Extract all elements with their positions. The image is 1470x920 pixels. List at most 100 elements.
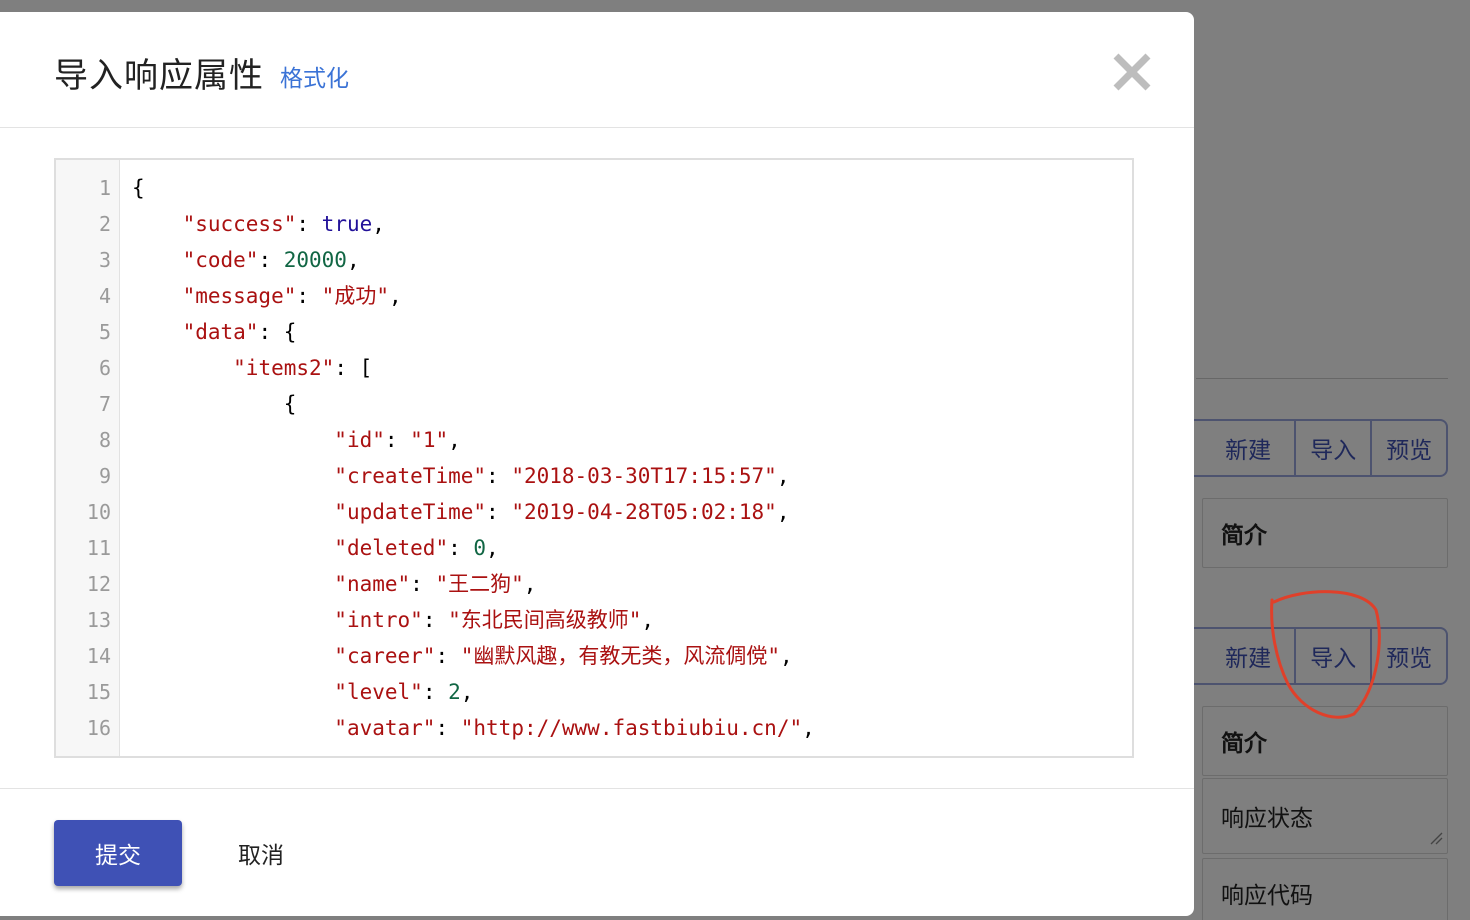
code-line: "id": "1", (132, 422, 460, 458)
code-token: : (435, 644, 461, 668)
code-token: : [ (334, 356, 373, 380)
code-token: "intro" (334, 608, 423, 632)
line-number: 9 (98, 464, 111, 488)
line-number: 6 (98, 356, 111, 380)
code-line: "name": "王二狗", (132, 566, 536, 602)
code-token: "updateTime" (334, 500, 487, 524)
code-token: : (296, 212, 322, 236)
code-token: { (132, 176, 145, 200)
code-line: "intro": "东北民间高级教师", (132, 602, 654, 638)
line-number: 2 (98, 212, 111, 236)
code-token: 20000 (283, 248, 347, 272)
code-token: : (410, 572, 436, 596)
code-token: "deleted" (334, 536, 449, 560)
line-number: 12 (86, 572, 111, 596)
code-token: "2019-04-28T05:02:18" (511, 500, 777, 524)
code-line: "updateTime": "2019-04-28T05:02:18", (132, 494, 789, 530)
code-token: , (346, 248, 360, 272)
code-token: , (460, 680, 474, 704)
import-response-dialog: 导入响应属性 格式化 1 2 3 4 5 6 7 8 9 10 11 12 13 14 15 16 { "su… (0, 12, 1194, 916)
json-code-editor[interactable]: 1 2 3 4 5 6 7 8 9 10 11 12 13 14 15 16 { "success": tru… (54, 158, 1134, 758)
line-number: 5 (98, 320, 111, 344)
code-token: "id" (334, 428, 385, 452)
code-token: "avatar" (334, 716, 436, 740)
code-token: : { (258, 320, 297, 344)
code-token: : (384, 428, 411, 452)
code-token: "success" (182, 212, 297, 236)
code-token: "2018-03-30T17:15:57" (511, 464, 777, 488)
code-token: "items2" (233, 356, 335, 380)
code-token: : (448, 536, 474, 560)
code-token: { (132, 392, 297, 416)
code-token: , (802, 716, 815, 740)
code-token: , (780, 644, 793, 668)
code-token: "message" (182, 284, 297, 308)
line-number: 16 (86, 716, 111, 740)
line-number: 4 (98, 284, 111, 308)
code-token: "name" (334, 572, 411, 596)
line-number: 10 (86, 500, 111, 524)
code-token: : (258, 248, 284, 272)
line-number: 11 (86, 536, 111, 560)
dialog-header: 导入响应属性 格式化 (0, 12, 1194, 128)
code-token: : (435, 716, 461, 740)
close-icon[interactable] (1108, 48, 1156, 96)
submit-button[interactable]: 提交 (54, 820, 182, 886)
code-token: , (776, 464, 790, 488)
code-token: , (388, 284, 402, 308)
line-number: 15 (86, 680, 111, 704)
code-token: "createTime" (334, 464, 487, 488)
line-number: 8 (98, 428, 111, 452)
line-number: 3 (98, 248, 111, 272)
code-line: "message": "成功", (132, 278, 402, 314)
code-line: "career": "幽默风趣，有教无类，风流倜傥", (132, 638, 793, 674)
code-token: : (422, 608, 449, 632)
code-token: true (321, 212, 373, 236)
line-number: 1 (98, 176, 111, 200)
code-token: "level" (334, 680, 423, 704)
cancel-button[interactable]: 取消 (218, 820, 304, 886)
code-token: , (776, 500, 790, 524)
code-token: : (486, 464, 512, 488)
code-token: : (296, 284, 322, 308)
code-token: "http://www.fastbiubiu.cn/" (460, 716, 803, 740)
footer-divider (0, 788, 1194, 789)
code-line: "avatar": "http://www.fastbiubiu.cn/", (132, 710, 815, 746)
line-number-gutter: 1 2 3 4 5 6 7 8 9 10 11 12 13 14 15 16 (56, 160, 120, 756)
code-token: "东北民间高级教师" (448, 608, 642, 632)
format-link[interactable]: 格式化 (280, 59, 349, 93)
code-token: 0 (473, 536, 487, 560)
code-line: "data": { (132, 314, 297, 350)
code-token: : (422, 680, 449, 704)
code-line: "deleted": 0, (132, 530, 499, 566)
code-token: : (486, 500, 512, 524)
line-number: 14 (86, 644, 111, 668)
code-token: , (523, 572, 537, 596)
code-token: 2 (448, 680, 461, 704)
code-token: "1" (410, 428, 449, 452)
code-line: "items2": [ (132, 350, 372, 386)
code-token: , (486, 536, 499, 560)
code-token: "data" (182, 320, 259, 344)
code-token: , (372, 212, 385, 236)
code-token: , (641, 608, 655, 632)
code-token: "成功" (321, 284, 389, 308)
code-line: "createTime": "2018-03-30T17:15:57", (132, 458, 789, 494)
code-token: "幽默风趣，有教无类，风流倜傥" (460, 644, 781, 668)
annotation-circle-icon (1270, 590, 1381, 719)
code-line: "code": 20000, (132, 242, 360, 278)
